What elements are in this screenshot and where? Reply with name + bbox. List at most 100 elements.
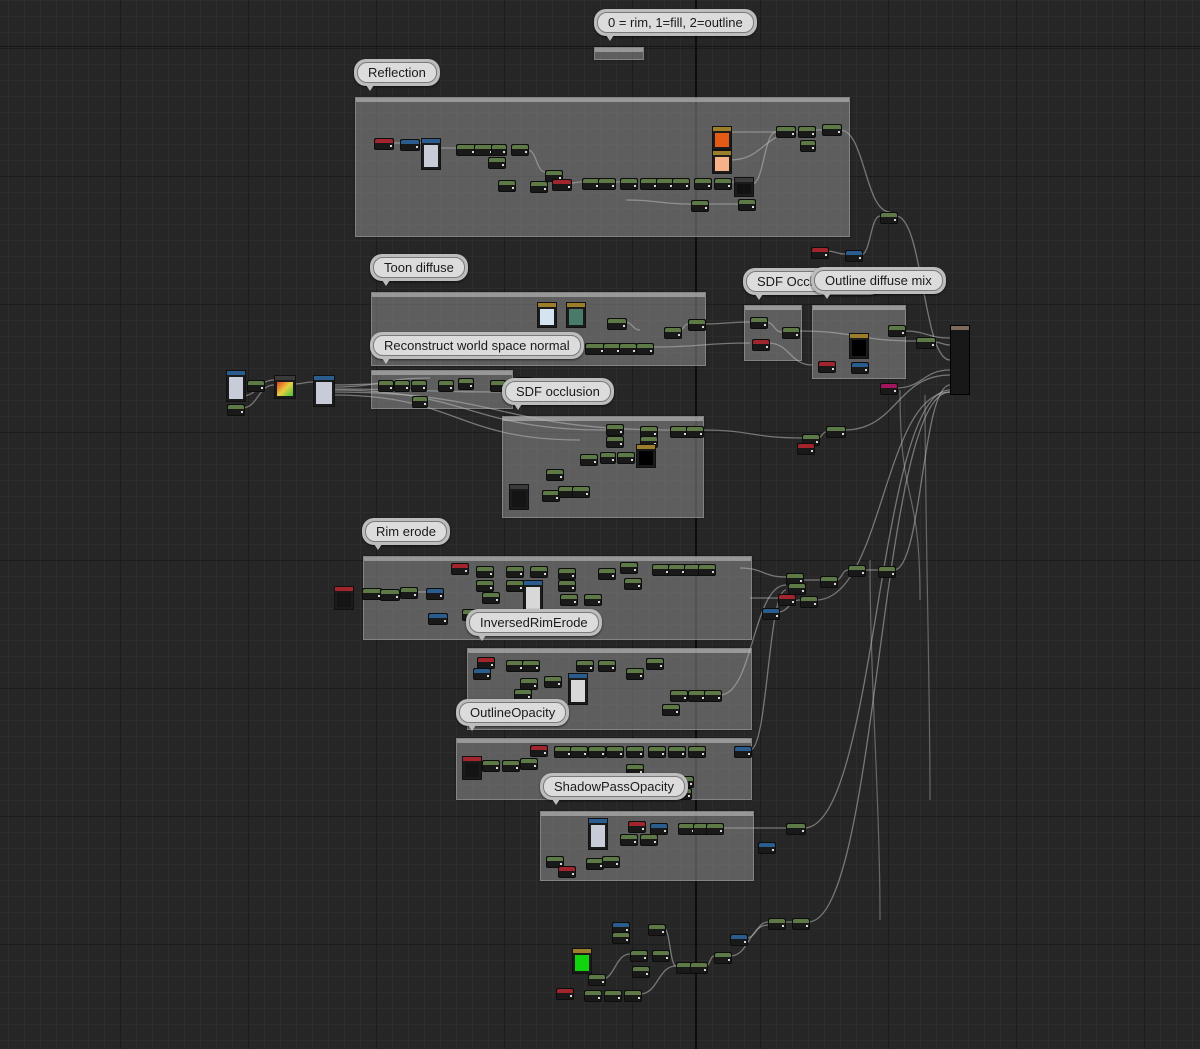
graph-node[interactable] bbox=[476, 566, 494, 578]
texture-preview-node[interactable] bbox=[712, 150, 732, 174]
graph-node[interactable] bbox=[782, 327, 800, 339]
graph-node[interactable] bbox=[670, 690, 688, 702]
comment-bubble-outline-opacity[interactable]: OutlineOpacity bbox=[456, 699, 570, 731]
graph-node[interactable] bbox=[845, 250, 863, 262]
comment-bubble-reflection[interactable]: Reflection bbox=[354, 59, 440, 91]
texture-preview-node[interactable] bbox=[509, 484, 529, 510]
material-output-node[interactable] bbox=[950, 325, 970, 395]
graph-node[interactable] bbox=[758, 842, 776, 854]
graph-node[interactable] bbox=[762, 608, 780, 620]
graph-node[interactable] bbox=[570, 746, 588, 758]
graph-node[interactable] bbox=[811, 247, 829, 259]
graph-node[interactable] bbox=[619, 343, 637, 355]
graph-node[interactable] bbox=[400, 139, 420, 151]
graph-node[interactable] bbox=[530, 566, 548, 578]
graph-node[interactable] bbox=[412, 396, 428, 408]
graph-node[interactable] bbox=[482, 592, 500, 604]
graph-node[interactable] bbox=[580, 454, 598, 466]
graph-node[interactable] bbox=[706, 823, 724, 835]
texture-preview-node[interactable] bbox=[572, 948, 592, 974]
graph-node[interactable] bbox=[458, 378, 474, 390]
graph-node[interactable] bbox=[714, 178, 732, 190]
graph-node[interactable] bbox=[620, 834, 638, 846]
graph-node[interactable] bbox=[506, 580, 524, 592]
texture-preview-node[interactable] bbox=[566, 302, 586, 328]
texture-preview-node[interactable] bbox=[462, 756, 482, 780]
graph-node[interactable] bbox=[768, 918, 786, 930]
texture-preview-node[interactable] bbox=[523, 580, 543, 612]
graph-node[interactable] bbox=[394, 380, 410, 392]
graph-node[interactable] bbox=[714, 952, 732, 964]
graph-node[interactable] bbox=[750, 317, 768, 329]
graph-node[interactable] bbox=[606, 746, 624, 758]
graph-node[interactable] bbox=[752, 339, 770, 351]
graph-node[interactable] bbox=[798, 126, 816, 138]
graph-node[interactable] bbox=[698, 564, 716, 576]
graph-node[interactable] bbox=[620, 178, 638, 190]
graph-node[interactable] bbox=[624, 578, 642, 590]
graph-node[interactable] bbox=[738, 199, 756, 211]
graph-node[interactable] bbox=[607, 318, 627, 330]
graph-node[interactable] bbox=[572, 486, 590, 498]
graph-node[interactable] bbox=[576, 660, 594, 672]
graph-node[interactable] bbox=[606, 436, 624, 448]
texture-preview-node[interactable] bbox=[734, 177, 754, 197]
graph-node[interactable] bbox=[617, 452, 635, 464]
graph-node[interactable] bbox=[476, 580, 494, 592]
graph-node[interactable] bbox=[585, 343, 605, 355]
graph-node[interactable] bbox=[668, 746, 686, 758]
graph-node[interactable] bbox=[598, 660, 616, 672]
graph-node[interactable] bbox=[491, 144, 507, 156]
graph-node[interactable] bbox=[558, 866, 576, 878]
graph-node[interactable] bbox=[456, 144, 476, 156]
graph-node[interactable] bbox=[558, 580, 576, 592]
graph-node[interactable] bbox=[800, 596, 818, 608]
graph-node[interactable] bbox=[374, 138, 394, 150]
graph-node[interactable] bbox=[636, 343, 654, 355]
graph-node[interactable] bbox=[730, 934, 748, 946]
texture-preview-node[interactable] bbox=[537, 302, 557, 328]
graph-node[interactable] bbox=[648, 746, 666, 758]
comment-bubble-reconstruct-normal[interactable]: Reconstruct world space normal bbox=[370, 332, 584, 364]
graph-node[interactable] bbox=[378, 380, 394, 392]
graph-node[interactable] bbox=[584, 990, 602, 1002]
graph-node[interactable] bbox=[482, 760, 500, 772]
graph-node[interactable] bbox=[488, 157, 506, 169]
comment-bubble-outline-diffuse-mix[interactable]: Outline diffuse mix bbox=[811, 267, 946, 299]
graph-node[interactable] bbox=[227, 404, 245, 416]
graph-node[interactable] bbox=[792, 918, 810, 930]
graph-node[interactable] bbox=[690, 962, 708, 974]
graph-node[interactable] bbox=[604, 990, 622, 1002]
graph-node[interactable] bbox=[598, 178, 616, 190]
graph-node[interactable] bbox=[612, 932, 630, 944]
graph-node[interactable] bbox=[584, 594, 602, 606]
graph-node[interactable] bbox=[691, 200, 709, 212]
graph-node[interactable] bbox=[556, 988, 574, 1000]
graph-node[interactable] bbox=[878, 566, 896, 578]
graph-node[interactable] bbox=[640, 834, 658, 846]
graph-node[interactable] bbox=[624, 990, 642, 1002]
graph-node[interactable] bbox=[646, 658, 664, 670]
graph-node[interactable] bbox=[626, 746, 644, 758]
graph-node[interactable] bbox=[560, 594, 578, 606]
graph-node[interactable] bbox=[428, 613, 448, 625]
texture-preview-node[interactable] bbox=[849, 333, 869, 359]
graph-node[interactable] bbox=[598, 568, 616, 580]
texture-preview-node[interactable] bbox=[568, 673, 588, 705]
graph-node[interactable] bbox=[694, 178, 712, 190]
graph-node[interactable] bbox=[602, 856, 620, 868]
graph-node[interactable] bbox=[648, 924, 666, 936]
graph-node[interactable] bbox=[820, 576, 838, 588]
graph-node[interactable] bbox=[552, 179, 572, 191]
graph-node[interactable] bbox=[522, 660, 540, 672]
graph-node[interactable] bbox=[880, 212, 898, 224]
graph-node[interactable] bbox=[632, 966, 650, 978]
graph-node[interactable] bbox=[473, 668, 491, 680]
graph-node[interactable] bbox=[734, 746, 752, 758]
graph-node[interactable] bbox=[686, 426, 704, 438]
graph-node[interactable] bbox=[530, 745, 548, 757]
graph-node[interactable] bbox=[800, 140, 816, 152]
graph-node[interactable] bbox=[822, 124, 842, 136]
material-graph-canvas[interactable]: 0 = rim, 1=fill, 2=outline Reflection To… bbox=[0, 0, 1200, 1049]
graph-node[interactable] bbox=[362, 588, 382, 600]
